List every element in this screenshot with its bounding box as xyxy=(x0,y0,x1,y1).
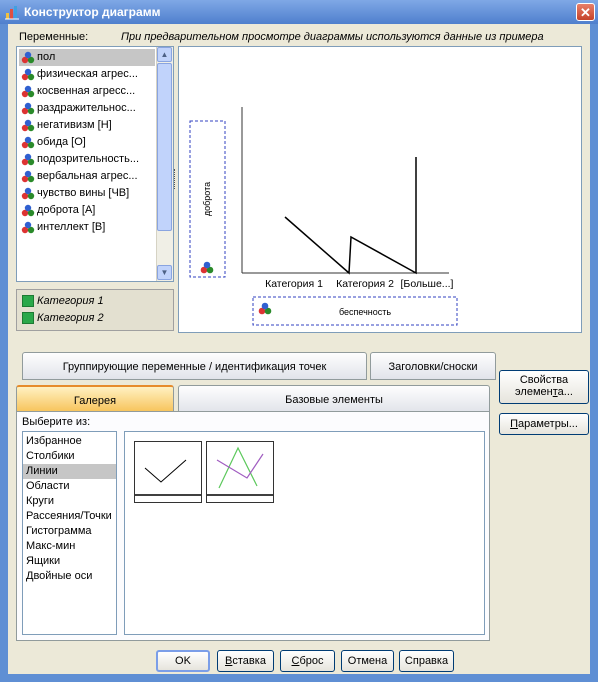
variable-item[interactable]: раздражительнос... xyxy=(19,100,155,117)
options-button[interactable]: Параметры... xyxy=(499,413,589,435)
nominal-variable-icon xyxy=(21,153,35,166)
nominal-variable-icon xyxy=(21,204,35,217)
variable-item[interactable]: доброта [А] xyxy=(19,202,155,219)
variable-item[interactable]: чувство вины [ЧВ] xyxy=(19,185,155,202)
chart-type-item[interactable]: Области xyxy=(23,479,116,494)
variable-item[interactable]: подозрительность... xyxy=(19,151,155,168)
nominal-variable-icon xyxy=(21,119,35,132)
chart-type-item[interactable]: Гистограмма xyxy=(23,524,116,539)
x-tick-label: Категория 2 xyxy=(336,278,394,290)
gallery-panel: Выберите из: Избранное Столбики Линии Об… xyxy=(16,411,490,641)
chart-builder-icon xyxy=(5,6,19,20)
dialog-body: Переменные: При предварительном просмотр… xyxy=(8,24,590,674)
categories-panel[interactable]: Категория 1 Категория 2 xyxy=(16,289,174,331)
simple-line-icon xyxy=(135,459,201,496)
nominal-variable-icon xyxy=(21,221,35,234)
reset-button[interactable]: Сброс xyxy=(280,650,335,672)
title-bar[interactable]: Конструктор диаграмм ✕ xyxy=(0,0,598,24)
window-title: Конструктор диаграмм xyxy=(24,5,161,19)
nominal-variable-icon xyxy=(21,187,35,200)
element-properties-button[interactable]: Свойства элемента... xyxy=(499,370,589,404)
variable-item[interactable]: обида [О] xyxy=(19,134,155,151)
preview-note: При предварительном просмотре диаграммы … xyxy=(121,31,544,43)
tab-basic-elements[interactable]: Базовые элементы xyxy=(178,385,490,413)
arrow-up-icon: ▲ xyxy=(160,50,169,59)
paste-button[interactable]: Вставка xyxy=(217,650,274,672)
nominal-variable-icon xyxy=(258,302,272,315)
chart-type-item[interactable]: Круги xyxy=(23,494,116,509)
x-tick-label: Категория 1 xyxy=(265,278,323,290)
chart-builder-window: Конструктор диаграмм ✕ Переменные: При п… xyxy=(0,0,598,682)
tab-grouping[interactable]: Группирующие переменные / идентификация … xyxy=(22,352,367,380)
multiple-line-thumbnail[interactable] xyxy=(206,441,274,503)
multiple-line-icon xyxy=(207,446,273,496)
variable-item[interactable]: физическая агрес... xyxy=(19,66,155,83)
help-button[interactable]: Справка xyxy=(399,650,454,672)
nominal-variable-icon xyxy=(21,170,35,183)
category-item[interactable]: Категория 1 xyxy=(21,293,104,309)
x-axis-variable: беспечность xyxy=(339,307,391,317)
variable-item[interactable]: негативизм [Н] xyxy=(19,117,155,134)
tab-titles[interactable]: Заголовки/сноски xyxy=(370,352,496,380)
chart-thumbnails xyxy=(124,431,485,635)
x-tick-label: [Больше...] xyxy=(401,278,454,290)
chart-type-item[interactable]: Избранное xyxy=(23,434,116,449)
variable-item[interactable]: косвенная агресс... xyxy=(19,83,155,100)
simple-line-thumbnail[interactable] xyxy=(134,441,202,503)
scroll-down-button[interactable]: ▼ xyxy=(157,265,172,280)
ok-button[interactable]: OK xyxy=(156,650,210,672)
tab-gallery[interactable]: Галерея xyxy=(16,385,174,413)
y-axis-variable: доброта xyxy=(202,182,212,216)
variable-item[interactable]: интеллект [В] xyxy=(19,219,155,236)
chart-type-item[interactable]: Ящики xyxy=(23,554,116,569)
scroll-up-button[interactable]: ▲ xyxy=(157,47,172,62)
chart-type-item[interactable]: Макс-мин xyxy=(23,539,116,554)
category-item[interactable]: Категория 2 xyxy=(21,310,104,326)
category-grid-icon xyxy=(22,295,34,307)
cancel-button[interactable]: Отмена xyxy=(341,650,394,672)
nominal-variable-icon xyxy=(21,136,35,149)
nominal-variable-icon xyxy=(200,261,214,274)
chart-type-item[interactable]: Рассеяния/Точки xyxy=(23,509,116,524)
nominal-variable-icon xyxy=(21,68,35,81)
variables-scrollbar[interactable]: ▲ ▼ xyxy=(156,47,173,281)
chart-type-item[interactable]: Столбики xyxy=(23,449,116,464)
chart-type-item[interactable]: Двойные оси xyxy=(23,569,116,584)
variable-item[interactable]: вербальная агрес... xyxy=(19,168,155,185)
tab-strip: Группирующие переменные / идентификация … xyxy=(14,346,496,380)
arrow-down-icon: ▼ xyxy=(160,268,169,277)
close-button[interactable]: ✕ xyxy=(576,3,595,21)
preview-series-line xyxy=(284,157,417,275)
chart-type-item-selected[interactable]: Линии xyxy=(23,464,116,479)
nominal-variable-icon xyxy=(21,102,35,115)
chart-preview-canvas[interactable]: доброта Категория 1 Категория 2 [Больше.… xyxy=(178,46,582,333)
variables-label: Переменные: xyxy=(19,31,89,43)
scroll-thumb[interactable] xyxy=(157,63,172,231)
choose-from-label: Выберите из: xyxy=(22,416,91,428)
chart-preview-svg: доброта Категория 1 Категория 2 [Больше.… xyxy=(189,107,458,326)
close-icon: ✕ xyxy=(580,5,591,20)
nominal-variable-icon xyxy=(21,85,35,98)
variables-list[interactable]: пол физическая агрес... косвенная агресс… xyxy=(16,46,174,282)
nominal-variable-icon xyxy=(21,51,35,64)
category-grid-icon xyxy=(22,312,34,324)
variable-item-sex[interactable]: пол xyxy=(19,49,155,66)
chart-type-list[interactable]: Избранное Столбики Линии Области Круги Р… xyxy=(22,431,117,635)
